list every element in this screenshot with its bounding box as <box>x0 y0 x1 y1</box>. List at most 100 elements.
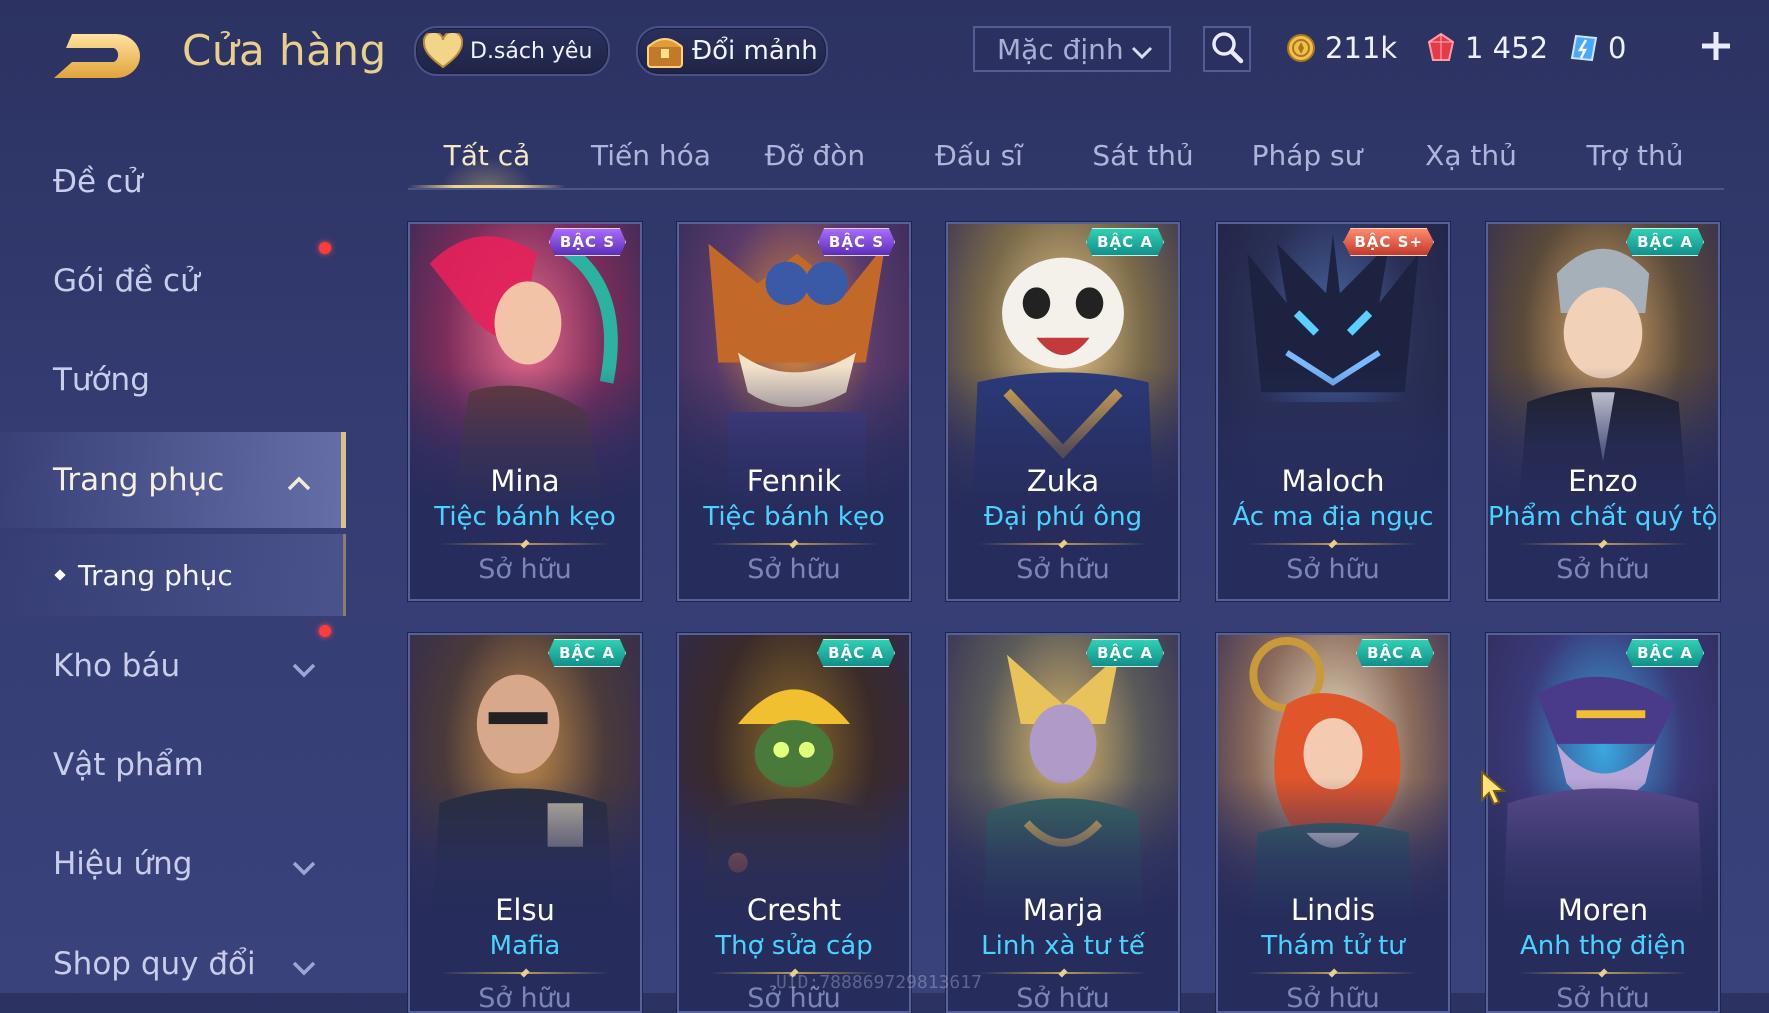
tier-badge: BẬC S <box>548 228 626 256</box>
skin-name: Thợ sửa cáp <box>715 931 873 961</box>
card-divider <box>978 972 1148 974</box>
tab-fighter[interactable]: Đấu sĩ <box>900 124 1058 186</box>
gold-coin-icon <box>1285 32 1317 64</box>
sidebar-subitem-label: Trang phục <box>78 558 233 592</box>
sidebar-item-heroes[interactable]: Tướng <box>0 332 346 428</box>
shard-label: Đổi mảnh <box>692 36 818 66</box>
hero-name: Marja <box>1022 893 1104 927</box>
ownership-status: Sở hữu <box>1556 983 1650 1013</box>
mouse-cursor-icon <box>1480 769 1508 806</box>
tier-badge: BẬC A <box>817 639 895 667</box>
ownership-status: Sở hữu <box>478 554 572 585</box>
hero-name: Fennik <box>746 464 842 498</box>
chevron-down-icon <box>292 952 316 976</box>
skin-name: Linh xà tư tế <box>981 931 1145 961</box>
sidebar-item-label: Đề cử <box>53 164 143 200</box>
tab-assassin[interactable]: Sát thủ <box>1064 124 1222 186</box>
skin-card[interactable]: BẬC S+ Maloch Ác ma địa ngục Sở hữu <box>1216 222 1450 601</box>
sidebar: Đề cử Gói đề cử Tướng Trang phục Trang p… <box>0 110 346 993</box>
ownership-status: Sở hữu <box>747 554 841 585</box>
sidebar-item-items[interactable]: Vật phẩm <box>0 717 346 813</box>
sidebar-item-label: Gói đề cử <box>53 263 200 299</box>
treasure-chest-icon <box>644 30 686 72</box>
sidebar-item-skins[interactable]: Trang phục <box>0 432 346 528</box>
skin-card[interactable]: BẬC S Mina Tiệc bánh kẹo Sở hữu <box>408 222 642 601</box>
ruby-amount: 1 452 <box>1465 31 1549 65</box>
sidebar-item-exchange-shop[interactable]: Shop quy đổi <box>0 916 346 1012</box>
tier-badge: BẬC A <box>1356 639 1434 667</box>
skin-name: Tiệc bánh kẹo <box>703 502 885 532</box>
plus-icon[interactable] <box>1698 28 1734 64</box>
tier-badge: BẬC A <box>1086 639 1164 667</box>
chevron-down-icon <box>292 654 316 678</box>
tier-badge: BẬC A <box>1086 228 1164 256</box>
category-tabs: Tất cả Tiến hóa Đỡ đòn Đấu sĩ Sát thủ Ph… <box>408 124 1724 190</box>
tier-badge: BẬC A <box>548 639 626 667</box>
skin-name: Thám tử tư <box>1261 931 1405 961</box>
notification-dot <box>319 242 331 254</box>
skin-name: Đại phú ông <box>983 502 1143 532</box>
sidebar-subitem-skins[interactable]: Trang phục <box>0 534 346 616</box>
tab-support[interactable]: Trợ thủ <box>1556 124 1714 186</box>
sidebar-item-label: Tướng <box>53 362 150 398</box>
tab-all[interactable]: Tất cả <box>408 124 566 188</box>
skin-card[interactable]: BẬC A Cresht Thợ sửa cáp Sở hữu <box>677 633 911 1013</box>
skin-card[interactable]: BẬC A Enzo Phẩm chất quý tộc Sở hữu <box>1486 222 1720 601</box>
hero-name: Lindis <box>1290 893 1376 927</box>
voucher-amount: 0 <box>1608 31 1627 65</box>
hero-name: Mina <box>490 464 560 498</box>
shard-exchange-button[interactable]: Đổi mảnh <box>636 26 828 76</box>
skin-card[interactable]: BẬC A Lindis Thám tử tư Sở hữu <box>1216 633 1450 1013</box>
sidebar-item-label: Shop quy đổi <box>53 946 256 982</box>
ruby-gem-icon <box>1425 32 1457 64</box>
wishlist-button[interactable]: D.sách yêu <box>414 26 610 76</box>
card-divider <box>709 543 879 545</box>
tab-mage[interactable]: Pháp sư <box>1228 124 1386 186</box>
sidebar-item-treasure[interactable]: Kho báu <box>0 618 346 714</box>
tab-evolution[interactable]: Tiến hóa <box>572 124 730 186</box>
hero-name: Moren <box>1557 893 1649 927</box>
skin-name: Tiệc bánh kẹo <box>434 502 616 532</box>
ownership-status: Sở hữu <box>1286 983 1380 1013</box>
tab-marksman[interactable]: Xạ thủ <box>1392 124 1550 186</box>
ownership-status: Sở hữu <box>1556 554 1650 585</box>
heart-icon <box>422 30 464 72</box>
sort-dropdown[interactable]: Mặc định <box>973 26 1171 72</box>
skin-name: Ác ma địa ngục <box>1232 502 1434 532</box>
ruby-currency: 1 452 <box>1425 28 1548 68</box>
skin-name: Mafia <box>489 931 561 961</box>
top-bar: Cửa hàng D.sách yêu Đổi mảnh Mặc định 21… <box>0 0 1769 100</box>
ownership-status: Sở hữu <box>1016 554 1110 585</box>
chevron-up-icon <box>287 468 311 492</box>
skin-card[interactable]: BẬC A Marja Linh xà tư tế Sở hữu <box>946 633 1180 1013</box>
card-divider <box>1248 543 1418 545</box>
ownership-status: Sở hữu <box>478 983 572 1013</box>
hero-name: Cresht <box>746 893 842 927</box>
sidebar-item-label: Kho báu <box>53 648 181 684</box>
skin-name: Anh thợ điện <box>1519 931 1687 961</box>
voucher-currency: 0 <box>1568 28 1626 68</box>
hero-name: Enzo <box>1568 464 1638 498</box>
sidebar-item-recommended-packs[interactable]: Gói đề cử <box>0 233 346 329</box>
skin-name: Phẩm chất quý tộc <box>1488 502 1720 532</box>
hero-name: Elsu <box>495 893 555 927</box>
tab-tank[interactable]: Đỡ đòn <box>736 124 894 186</box>
tier-badge: BẬC A <box>1626 639 1704 667</box>
sidebar-item-recommended[interactable]: Đề cử <box>0 134 346 230</box>
skin-card[interactable]: BẬC S Fennik Tiệc bánh kẹo Sở hữu <box>677 222 911 601</box>
voucher-icon <box>1568 32 1600 64</box>
search-icon <box>1210 30 1244 68</box>
sidebar-item-label: Trang phục <box>53 462 225 498</box>
card-divider <box>440 972 610 974</box>
sidebar-item-effects[interactable]: Hiệu ứng <box>0 816 346 912</box>
back-arrow-icon[interactable] <box>50 28 146 84</box>
skin-card[interactable]: BẬC A Elsu Mafia Sở hữu <box>408 633 642 1013</box>
card-divider <box>978 543 1148 545</box>
card-divider <box>1248 972 1418 974</box>
page-title: Cửa hàng <box>182 26 387 75</box>
skin-card[interactable]: BẬC A Moren Anh thợ điện Sở hữu <box>1486 633 1720 1013</box>
skin-card[interactable]: BẬC A Zuka Đại phú ông Sở hữu <box>946 222 1180 601</box>
search-button[interactable] <box>1203 26 1251 72</box>
tier-badge: BẬC S <box>817 228 895 256</box>
card-divider <box>1518 543 1688 545</box>
